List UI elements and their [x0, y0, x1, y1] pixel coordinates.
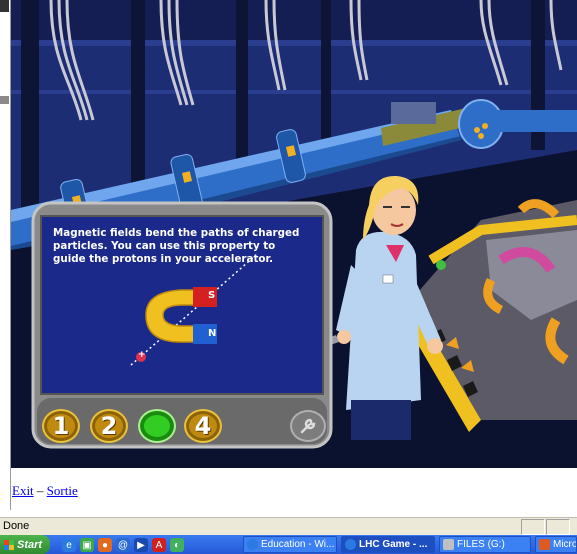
sortie-link[interactable]: Sortie — [47, 483, 78, 498]
firefox-icon[interactable]: ● — [98, 538, 112, 552]
status-text: Done — [3, 520, 30, 532]
media-player-icon[interactable]: ▶ — [134, 538, 148, 552]
step-button-label: 1 — [52, 412, 70, 440]
drive-icon — [443, 539, 454, 550]
status-segment — [521, 519, 545, 535]
edge-marker — [0, 96, 9, 104]
footer-links: Exit – Sortie — [12, 483, 78, 499]
taskbar-item-files[interactable]: FILES (G:) — [439, 536, 531, 553]
ie-icon[interactable]: e — [62, 538, 76, 552]
status-segment — [546, 519, 570, 535]
step-button-3-active[interactable] — [138, 409, 176, 443]
taskbar-item-label: Micro — [553, 539, 577, 550]
edge-marker — [0, 0, 9, 12]
step-button-label: 4 — [194, 412, 212, 440]
acrobat-icon[interactable]: A — [152, 538, 166, 552]
windows-flag-icon — [4, 539, 14, 550]
wrench-icon — [299, 417, 317, 435]
window-left-edge — [0, 0, 11, 510]
taskbar-item-label: LHC Game - ... — [359, 539, 428, 550]
ie-icon — [247, 539, 258, 550]
link-separator: – — [36, 483, 44, 498]
windows-taskbar: Start e ▣ ● @ ▶ A ◐ Education - Wi... LH… — [0, 535, 577, 554]
step-button-2[interactable]: 2 — [90, 409, 128, 443]
magnet-north-label: N — [208, 328, 217, 339]
ie-icon — [345, 539, 356, 550]
start-label: Start — [17, 538, 43, 551]
taskbar-item-label: FILES (G:) — [457, 539, 505, 550]
start-button[interactable]: Start — [0, 535, 50, 554]
panel-message: Magnetic fields bend the paths of charge… — [53, 227, 300, 265]
taskbar-item-lhc-game[interactable]: LHC Game - ... — [341, 536, 435, 553]
show-desktop-icon[interactable]: ▣ — [80, 538, 94, 552]
taskbar-item-label: Education - Wi... — [261, 539, 335, 550]
particle-charge-label: + — [138, 350, 146, 360]
taskbar-item-micro[interactable]: Micro — [535, 536, 577, 553]
settings-button[interactable] — [290, 410, 326, 442]
step-button-label: 2 — [100, 412, 118, 440]
outlook-icon[interactable]: @ — [116, 538, 130, 552]
step-button-1[interactable]: 1 — [42, 409, 80, 443]
office-icon — [539, 539, 550, 550]
step-button-4[interactable]: 4 — [184, 409, 222, 443]
taskbar-item-education[interactable]: Education - Wi... — [243, 536, 337, 553]
magnet-south-label: S — [208, 290, 216, 301]
exit-link[interactable]: Exit — [12, 483, 34, 498]
lhc-game-canvas[interactable]: Magnetic fields bend the paths of charge… — [11, 0, 577, 468]
app-icon[interactable]: ◐ — [170, 538, 184, 552]
browser-status-bar: Done — [0, 517, 577, 535]
